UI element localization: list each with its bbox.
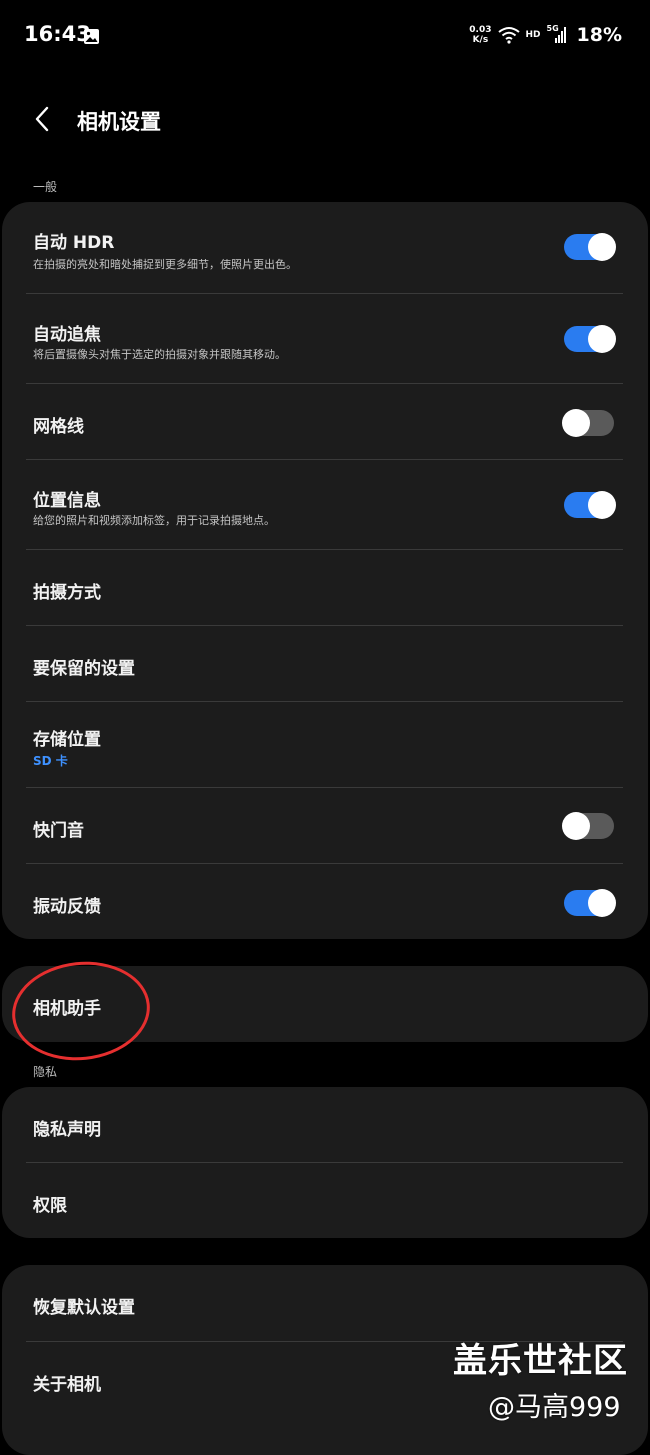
setting-row-location-tags[interactable]: 位置信息 给您的照片和视频添加标签，用于记录拍摄地点。 (2, 460, 648, 550)
setting-row-settings-to-keep[interactable]: 要保留的设置 (2, 626, 648, 702)
setting-subtitle: 将后置摄像头对焦于选定的拍摄对象并跟随其移动。 (33, 348, 286, 361)
setting-row-grid-lines[interactable]: 网格线 (2, 384, 648, 460)
status-time: 16:43 (24, 22, 91, 46)
section-label-general: 一般 (33, 180, 58, 194)
toggle-knob (588, 325, 616, 353)
toggle-knob (588, 233, 616, 261)
toggle-knob (588, 889, 616, 917)
setting-title: 隐私声明 (33, 1120, 101, 1140)
setting-value: SD 卡 (33, 754, 68, 768)
hd-indicator: HD (525, 30, 541, 40)
watermark-user: @马高999 (488, 1392, 621, 1423)
toggle-auto-focus-tracking[interactable] (564, 325, 616, 353)
setting-title: 快门音 (33, 821, 84, 841)
status-icons: 0.03 K/s HD 5G 18% (469, 24, 622, 46)
setting-title: 恢复默认设置 (33, 1298, 135, 1318)
battery-level: 18% (576, 24, 622, 46)
section-label-privacy: 隐私 (33, 1065, 58, 1079)
toggle-vibration-feedback[interactable] (564, 889, 616, 917)
setting-subtitle: 在拍摄的亮处和暗处捕捉到更多细节，使照片更出色。 (33, 258, 297, 271)
setting-row-shutter-sound[interactable]: 快门音 (2, 788, 648, 864)
privacy-card: 隐私声明 权限 (2, 1087, 648, 1238)
toggle-auto-hdr[interactable] (564, 233, 616, 261)
setting-row-shooting-methods[interactable]: 拍摄方式 (2, 550, 648, 626)
setting-title: 存储位置 (33, 730, 101, 750)
toggle-knob (562, 812, 590, 840)
setting-row-reset-settings[interactable]: 恢复默认设置 (2, 1265, 648, 1341)
setting-row-auto-hdr[interactable]: 自动 HDR 在拍摄的亮处和暗处捕捉到更多细节，使照片更出色。 (2, 202, 648, 294)
general-settings-card: 自动 HDR 在拍摄的亮处和暗处捕捉到更多细节，使照片更出色。 自动追焦 将后置… (2, 202, 648, 939)
toggle-location-tags[interactable] (564, 491, 616, 519)
toggle-shutter-sound[interactable] (562, 812, 614, 840)
setting-title: 关于相机 (33, 1375, 101, 1395)
setting-title: 要保留的设置 (33, 659, 135, 679)
toggle-knob (562, 409, 590, 437)
page-title: 相机设置 (77, 110, 161, 134)
setting-title: 位置信息 (33, 491, 101, 511)
watermark-community: 盖乐世社区 (453, 1341, 628, 1381)
setting-title: 自动追焦 (33, 325, 101, 345)
signal-icon: 5G (547, 24, 567, 44)
toggle-grid-lines[interactable] (562, 409, 614, 437)
setting-row-permissions[interactable]: 权限 (2, 1163, 648, 1238)
app-header: 相机设置 (0, 92, 650, 148)
setting-row-privacy-notice[interactable]: 隐私声明 (2, 1087, 648, 1163)
status-bar: 16:43 0.03 K/s HD 5G 18% (0, 0, 650, 72)
setting-title: 自动 HDR (33, 233, 115, 253)
setting-title: 拍摄方式 (33, 583, 101, 603)
wifi-icon (497, 27, 520, 44)
net-speed: 0.03 K/s (469, 25, 492, 45)
setting-subtitle: 给您的照片和视频添加标签，用于记录拍摄地点。 (33, 514, 275, 527)
setting-title: 网格线 (33, 417, 84, 437)
setting-title: 振动反馈 (33, 897, 101, 917)
setting-title: 权限 (33, 1196, 67, 1216)
gallery-notification-icon (84, 29, 99, 44)
setting-row-auto-focus-tracking[interactable]: 自动追焦 将后置摄像头对焦于选定的拍摄对象并跟随其移动。 (2, 294, 648, 384)
back-arrow-icon[interactable] (30, 104, 56, 134)
setting-row-storage-location[interactable]: 存储位置 SD 卡 (2, 702, 648, 788)
toggle-knob (588, 491, 616, 519)
setting-row-vibration-feedback[interactable]: 振动反馈 (2, 864, 648, 939)
